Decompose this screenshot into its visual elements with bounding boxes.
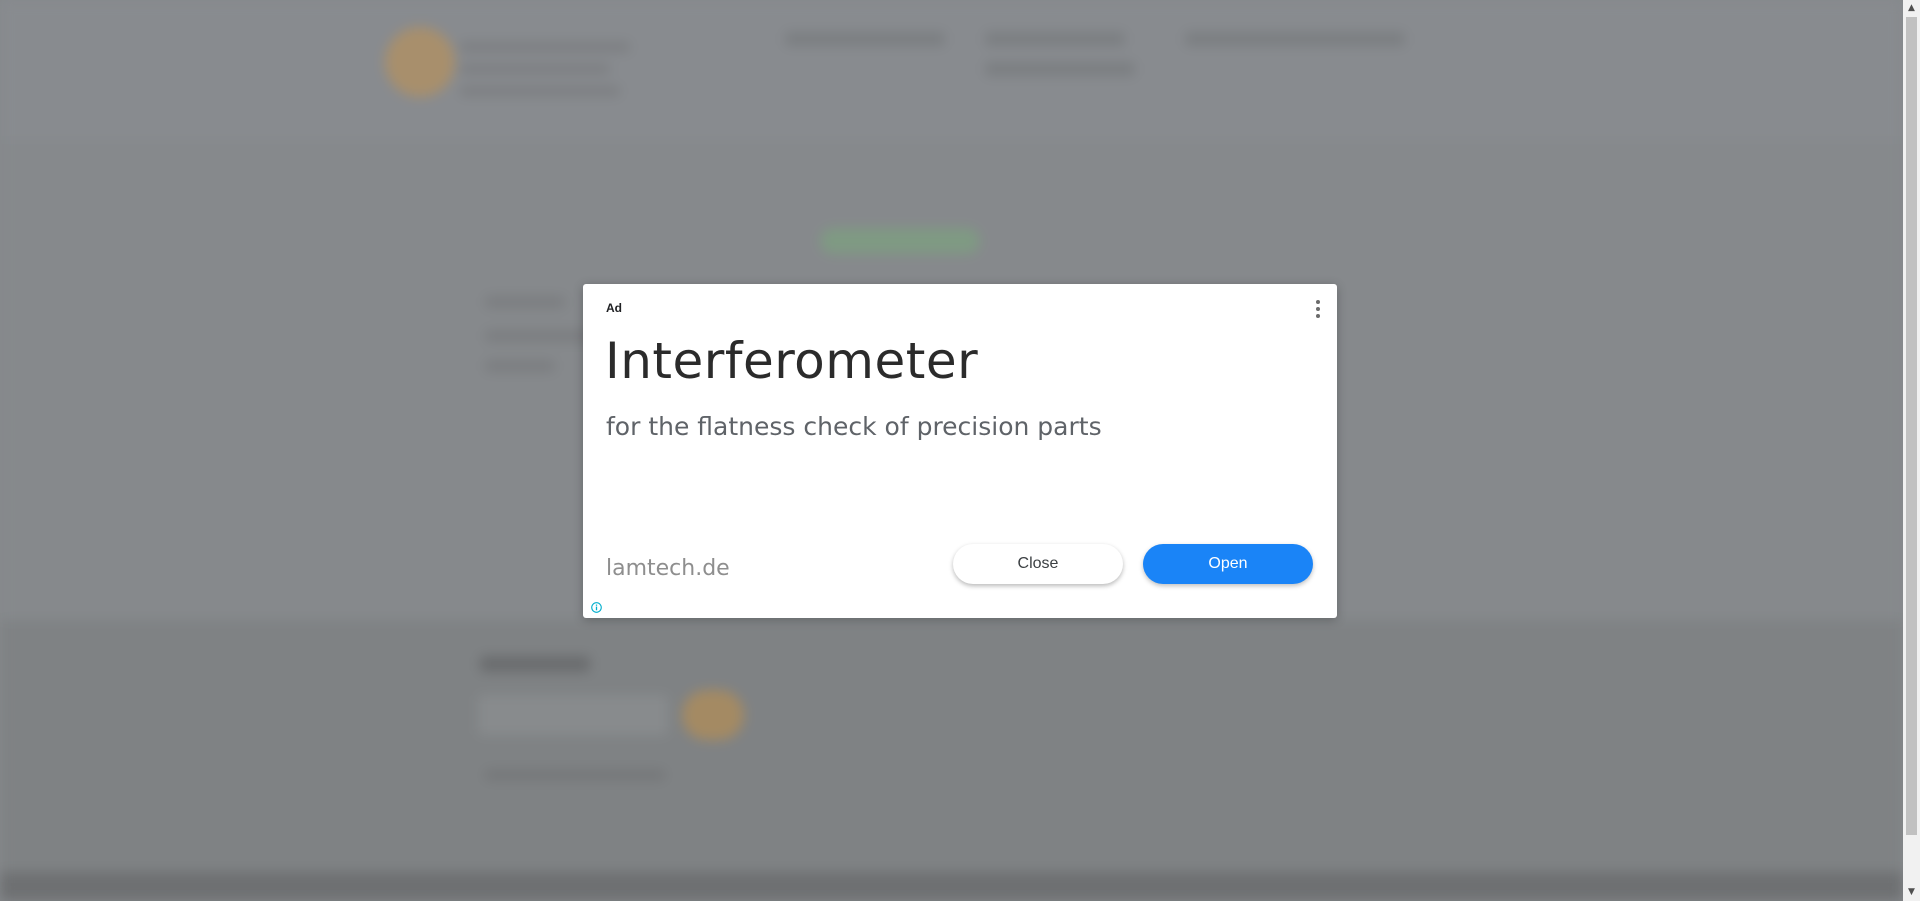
site-logo [380,22,640,112]
open-ad-button[interactable]: Open [1143,544,1313,584]
background-header [0,0,1903,140]
more-vert-icon[interactable] [1315,300,1321,318]
background-bottom-bar [0,872,1903,901]
background-text [485,296,565,308]
scroll-thumb[interactable] [1906,17,1917,835]
background-nav-item [985,62,1135,76]
ad-description[interactable]: for the flatness check of precision part… [606,412,1102,441]
page-scrollbar[interactable]: ▲ ▼ [1903,0,1920,901]
background-footer-button [682,690,744,740]
background-footer [0,620,1903,901]
interstitial-ad: Ad Interferometer for the flatness check… [583,284,1337,618]
background-footer-input [478,695,668,735]
background-badge [820,228,980,254]
background-footer-title [480,656,590,672]
ad-headline[interactable]: Interferometer [605,332,978,390]
background-footer-text [485,770,665,780]
close-ad-button[interactable]: Close [953,544,1123,584]
info-icon[interactable] [591,602,602,613]
background-nav-item [785,32,945,46]
background-nav-item [1185,32,1405,46]
ad-domain[interactable]: lamtech.de [606,556,730,581]
ad-label: Ad [606,301,622,315]
scroll-down-arrow-icon[interactable]: ▼ [1903,884,1920,901]
background-nav-item [985,32,1125,46]
scroll-up-arrow-icon[interactable]: ▲ [1903,0,1920,17]
background-text [485,360,555,372]
